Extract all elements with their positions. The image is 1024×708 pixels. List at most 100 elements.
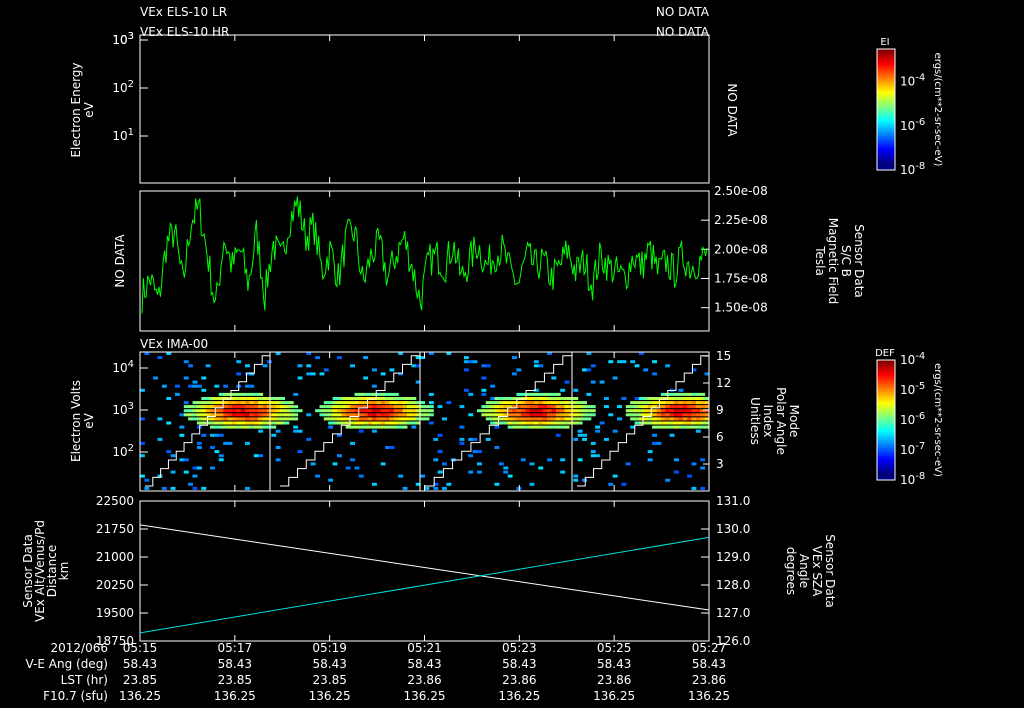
ima-spectrogram-cell bbox=[236, 405, 242, 409]
ima-spectrogram-cell bbox=[656, 409, 662, 413]
ima-spectrogram-cell bbox=[188, 417, 193, 421]
ima-spectrogram-cell bbox=[245, 392, 250, 396]
ima-spectrogram-cell bbox=[376, 401, 382, 405]
ima-spectrogram-cell bbox=[533, 392, 539, 396]
els-y-label: Electron Energy bbox=[69, 62, 83, 157]
ima-spectrogram-cell bbox=[507, 421, 513, 425]
ima-spectrogram-cell bbox=[582, 478, 587, 482]
ima-spectrogram-cell bbox=[533, 413, 539, 417]
ima-spectrogram-cell bbox=[652, 397, 657, 400]
ima-spectrogram-cell bbox=[643, 413, 649, 417]
ima-spectrogram-cell bbox=[695, 429, 701, 433]
ima-spectrogram-cell bbox=[682, 392, 688, 396]
ima-spectrogram-cell bbox=[345, 425, 351, 429]
ima-spectrogram-cell bbox=[411, 364, 417, 368]
ima-spectrogram-cell bbox=[284, 409, 290, 413]
ima-spectrogram-cell bbox=[398, 409, 404, 413]
ima-spectrogram-cell bbox=[481, 364, 487, 368]
ima-spectrogram-cell bbox=[669, 433, 675, 437]
ima-spectrogram-cell bbox=[490, 417, 496, 421]
ima-spectrogram-cell bbox=[656, 441, 662, 445]
ima-spectrogram-cell bbox=[520, 421, 526, 425]
ima-spectrogram-cell bbox=[240, 397, 246, 400]
ima-spectrogram-cell bbox=[411, 417, 417, 421]
ima-spectrogram-cell bbox=[538, 466, 544, 470]
ima-spectrogram-cell bbox=[573, 409, 579, 413]
ima-spectrogram-cell bbox=[695, 392, 701, 396]
ima-spectrogram-cell bbox=[547, 417, 552, 421]
ima-spectrogram-cell bbox=[170, 486, 176, 490]
ima-spectrogram-cell bbox=[551, 409, 557, 413]
ima-spectrogram-cell bbox=[468, 454, 474, 458]
ima-spectrogram-cell bbox=[376, 417, 382, 421]
ima-spectrogram-cell bbox=[691, 413, 697, 417]
ima-spectrogram-cell bbox=[691, 409, 697, 413]
ima-spectrogram-cell bbox=[389, 392, 395, 396]
ima-spectrogram-cell bbox=[485, 437, 491, 441]
ima-spectrogram-cell bbox=[271, 425, 277, 429]
ima-spectrogram-cell bbox=[319, 409, 325, 413]
ima-spectrogram-cell bbox=[341, 405, 347, 409]
ima-spectrogram-cell bbox=[262, 417, 268, 421]
ima-spectrogram-cell bbox=[385, 413, 390, 417]
ima-spectrogram-cell bbox=[639, 401, 644, 405]
ima-spectrogram-cell bbox=[446, 401, 452, 405]
ima-spectrogram-cell bbox=[678, 425, 684, 429]
ima-right-tick-label: 12 bbox=[716, 376, 731, 390]
ima-spectrogram-cell bbox=[700, 397, 706, 400]
ima-spectrogram-cell bbox=[494, 409, 500, 413]
ima-spectrogram-cell bbox=[503, 421, 509, 425]
ima-spectrogram-cell bbox=[481, 376, 487, 380]
sza-series-line bbox=[139, 536, 710, 634]
ima-spectrogram-cell bbox=[240, 401, 246, 405]
ima-spectrogram-cell bbox=[700, 421, 706, 425]
ima-spectrogram-cell bbox=[538, 413, 544, 417]
ima-spectrogram-cell bbox=[214, 421, 220, 425]
ima-spectrogram-cell bbox=[166, 421, 172, 425]
ima-spectrogram-cell bbox=[367, 413, 373, 417]
ima-spectrogram-cell bbox=[560, 401, 566, 405]
ima-spectrogram-cell bbox=[577, 421, 583, 425]
ima-spectrogram-cell bbox=[568, 401, 574, 405]
ima-spectrogram-cell bbox=[459, 441, 465, 445]
ima-spectrogram-cell bbox=[196, 384, 202, 388]
ima-spectrogram-cell bbox=[507, 417, 513, 421]
els-y-tick-label: 103 bbox=[112, 31, 134, 47]
ima-spectrogram-cell bbox=[463, 388, 469, 392]
ima-spectrogram-cell bbox=[590, 380, 596, 384]
ima-spectrogram-cell bbox=[551, 401, 557, 405]
ima-spectrogram-cell bbox=[468, 392, 474, 396]
ima-spectrogram-cell bbox=[140, 454, 145, 458]
mag-y-label: Tesla bbox=[813, 245, 827, 276]
footer-value: 05:23 bbox=[502, 641, 537, 655]
ima-spectrogram-cell bbox=[533, 364, 539, 368]
footer-value: 136.25 bbox=[498, 689, 540, 703]
ima-spectrogram-cell bbox=[420, 409, 425, 413]
ima-spectrogram-cell bbox=[560, 458, 566, 462]
ima-spectrogram-cell bbox=[665, 409, 671, 413]
ima-spectrogram-cell bbox=[210, 413, 215, 417]
ima-spectrogram-cell bbox=[363, 421, 369, 425]
ima-spectrogram-cell bbox=[258, 401, 264, 405]
ima-spectrogram-cell bbox=[437, 450, 443, 454]
ima-spectrogram-cell bbox=[183, 409, 189, 413]
ima-spectrogram-cell bbox=[402, 486, 408, 490]
ima-spectrogram-cell bbox=[634, 397, 640, 400]
def-colorbar-tick-label: 10-4 bbox=[900, 351, 925, 367]
ima-spectrogram-cell bbox=[385, 405, 390, 409]
ima-spectrogram-cell bbox=[210, 405, 215, 409]
ima-spectrogram-cell bbox=[682, 413, 688, 417]
ima-spectrogram-cell bbox=[656, 421, 662, 425]
ima-spectrogram-cell bbox=[564, 417, 570, 421]
ima-spectrogram-cell bbox=[275, 421, 281, 425]
ima-spectrogram-cell bbox=[424, 409, 430, 413]
ima-spectrogram-cell bbox=[700, 392, 706, 396]
ima-spectrogram-cell bbox=[354, 417, 360, 421]
ima-spectrogram-cell bbox=[350, 397, 355, 400]
ima-spectrogram-cell bbox=[564, 401, 570, 405]
mag-y-tick-label: 2.50e-08 bbox=[714, 184, 768, 198]
footer-value: 136.25 bbox=[309, 689, 351, 703]
ima-spectrogram-cell bbox=[485, 409, 491, 413]
ima-spectrogram-cell bbox=[573, 401, 579, 405]
ima-spectrogram-cell bbox=[428, 409, 434, 413]
